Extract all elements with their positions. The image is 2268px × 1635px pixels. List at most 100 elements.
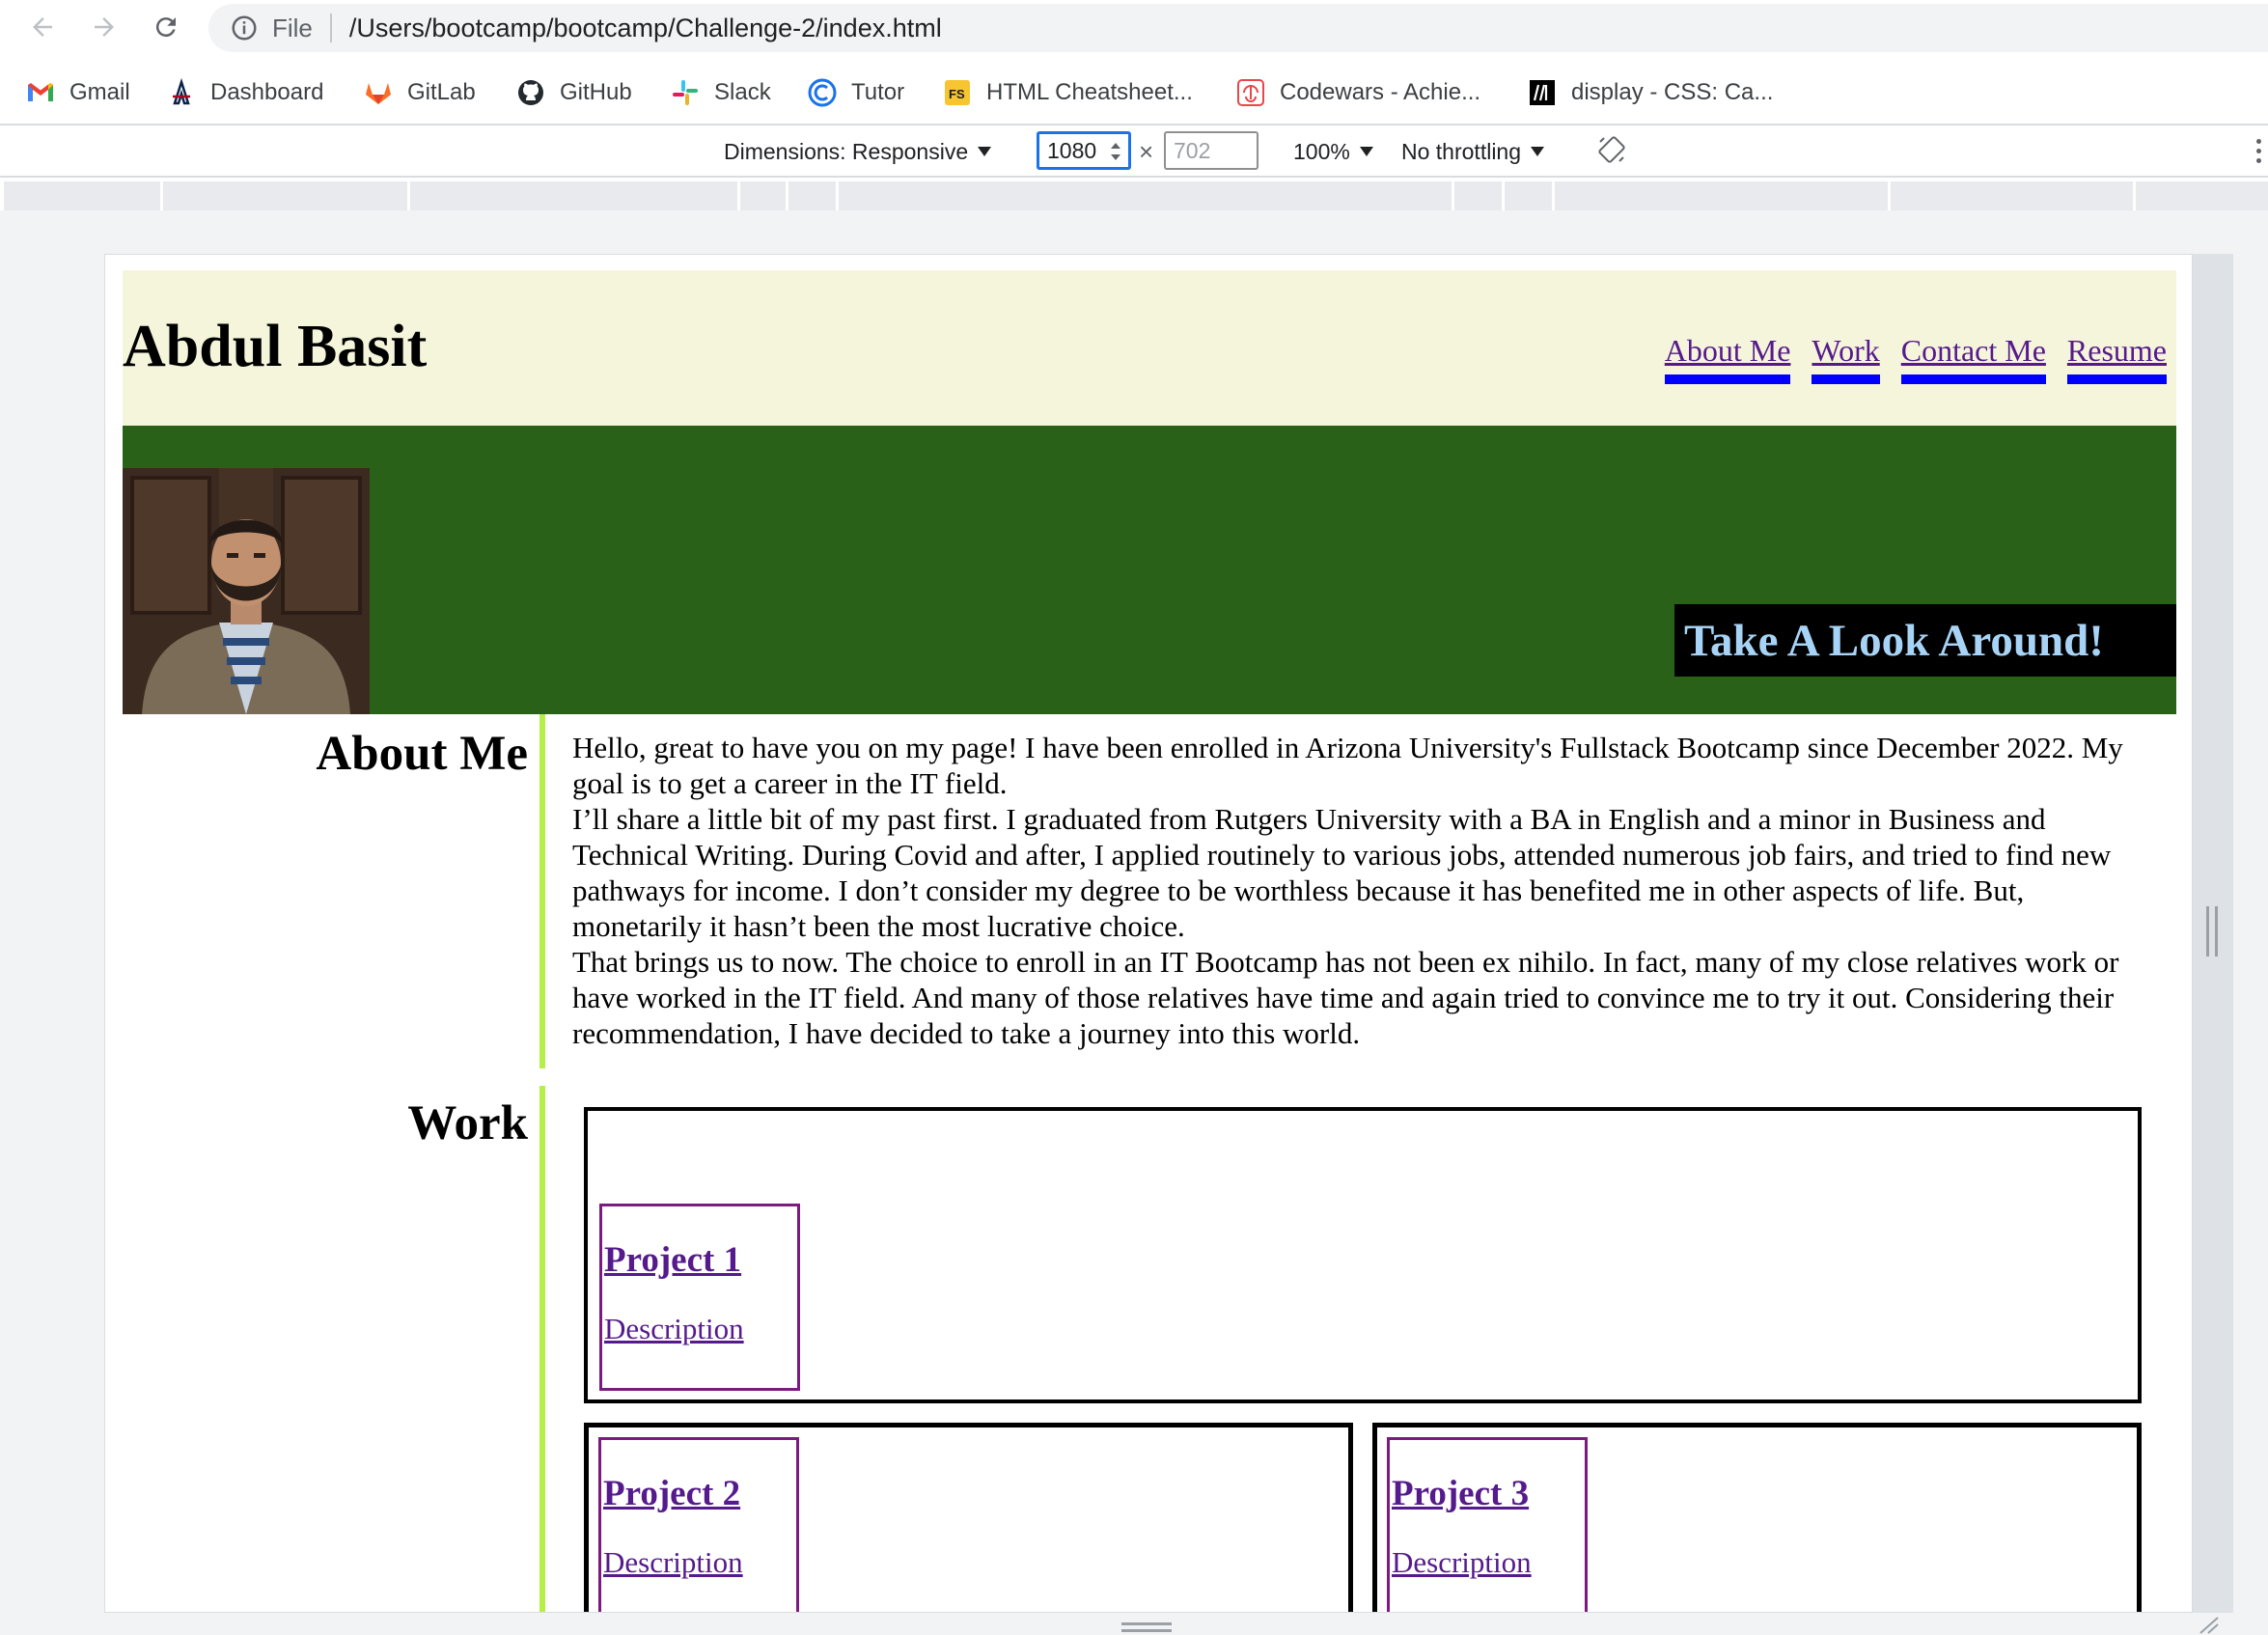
about-paragraph: Hello, great to have you on my page! I h… [572, 731, 2123, 800]
width-value: 1080 [1047, 137, 1097, 163]
project-container: Project 3 Description [1372, 1423, 2142, 1612]
project-description-link[interactable]: Description [603, 1545, 796, 1580]
project-description-link[interactable]: Description [604, 1312, 797, 1346]
browser-toolbar: File /Users/bootcamp/bootcamp/Challenge-… [0, 0, 2268, 55]
project-title-link[interactable]: Project 2 [603, 1473, 796, 1514]
site-nav: About Me Work Contact Me Resume [1644, 330, 2167, 384]
bookmark-html-cheatsheet[interactable]: FS HTML Cheatsheet... [942, 76, 1193, 109]
arrow-right-icon [95, 17, 114, 37]
bookmark-slack[interactable]: Slack [670, 76, 771, 109]
nav-link-about-me[interactable]: About Me [1664, 330, 1791, 384]
nav-link-resume[interactable]: Resume [2066, 330, 2167, 384]
bookmark-dashboard[interactable]: Dashboard [166, 76, 323, 109]
resize-handle-icon [2206, 906, 2218, 956]
device-toolbar: Dimensions: Responsive 1080 × 702 100% N… [0, 125, 2268, 178]
back-button[interactable] [23, 8, 62, 46]
throttling-label: No throttling [1401, 138, 1522, 164]
slack-icon [670, 77, 701, 108]
dimensions-times: × [1139, 136, 1154, 166]
viewport-height-resizer[interactable] [104, 1613, 2233, 1635]
about-body: Hello, great to have you on my page! I h… [545, 714, 2176, 1068]
bookmark-codewars[interactable]: Codewars - Achie... [1235, 76, 1480, 109]
site-header: Abdul Basit About Me Work Contact Me Res… [123, 270, 2176, 426]
project-title-link[interactable]: Project 3 [1392, 1473, 1585, 1514]
bookmark-label: Dashboard [210, 79, 324, 105]
mdn-icon [1527, 77, 1558, 108]
bookmark-gmail[interactable]: Gmail [25, 76, 130, 109]
caret-down-icon [978, 147, 992, 156]
reload-icon [155, 17, 176, 38]
rotate-icon [1598, 136, 1625, 163]
gmail-icon [25, 77, 56, 108]
spinner-arrows-icon[interactable] [1109, 139, 1122, 164]
project-card[interactable]: Project 1 Description [599, 1204, 800, 1391]
throttling-select[interactable]: No throttling [1401, 137, 1545, 166]
bookmark-gitlab[interactable]: GitLab [363, 76, 476, 109]
nav-link-work[interactable]: Work [1812, 330, 1880, 384]
about-paragraph: That brings us to now. The choice to enr… [572, 945, 2119, 1050]
profile-photo [123, 468, 370, 714]
height-input[interactable]: 702 [1164, 131, 1258, 170]
tutor-icon [807, 77, 838, 108]
forward-button[interactable] [85, 8, 124, 46]
bookmark-github[interactable]: GitHub [515, 76, 632, 109]
info-icon[interactable] [230, 14, 259, 42]
bookmark-label: GitLab [407, 79, 476, 105]
bookmark-label: Codewars - Achie... [1280, 79, 1481, 105]
dimensions-label: Dimensions: Responsive [724, 138, 969, 164]
github-icon [515, 77, 546, 108]
about-heading: About Me [316, 727, 528, 781]
work-body: Project 1 Description Project 2 Descript… [545, 1086, 2176, 1612]
bookmark-label: GitHub [560, 79, 632, 105]
emulated-viewport: Abdul Basit About Me Work Contact Me Res… [104, 254, 2193, 1613]
site-title: Abdul Basit [123, 314, 428, 379]
project-container: Project 2 Description [584, 1423, 1353, 1612]
url-scheme: File [272, 13, 313, 42]
hero-banner: Take A Look Around! [123, 426, 2176, 714]
rotate-button[interactable] [1596, 135, 1627, 164]
reload-button[interactable] [147, 8, 185, 46]
media-query-bar[interactable] [4, 181, 2268, 210]
bookmark-mdn-display[interactable]: display - CSS: Ca... [1527, 76, 1773, 109]
zoom-label: 100% [1293, 138, 1350, 164]
arrow-left-icon [33, 17, 52, 37]
width-input[interactable]: 1080 [1037, 131, 1131, 170]
project-title-link[interactable]: Project 1 [604, 1239, 797, 1281]
caret-down-icon [1359, 147, 1373, 156]
project-card[interactable]: Project 3 Description [1387, 1437, 1588, 1612]
address-bar[interactable]: File /Users/bootcamp/bootcamp/Challenge-… [208, 4, 2268, 52]
hero-tagline: Take A Look Around! [1674, 604, 2176, 677]
arizona-logo-icon [166, 77, 197, 108]
bookmark-label: Gmail [69, 79, 130, 105]
project-card[interactable]: Project 2 Description [598, 1437, 799, 1612]
gitlab-icon [363, 77, 394, 108]
project-description-link[interactable]: Description [1392, 1545, 1585, 1580]
caret-down-icon [1531, 147, 1545, 156]
work-section: Work Project 1 Description Project 2 Des… [123, 1086, 2176, 1612]
corner-resize-icon[interactable] [2197, 1614, 2222, 1635]
bookmark-label: Tutor [851, 79, 905, 105]
zoom-select[interactable]: 100% [1293, 137, 1373, 166]
address-divider [329, 14, 332, 42]
about-paragraph: I’ll share a little bit of my past first… [572, 802, 2112, 943]
bookmark-label: display - CSS: Ca... [1571, 79, 1774, 105]
resize-handle-icon [1121, 1622, 1172, 1632]
codewars-icon [1235, 77, 1266, 108]
project-container-featured: Project 1 Description [584, 1107, 2142, 1403]
nav-link-contact-me[interactable]: Contact Me [1900, 330, 2046, 384]
url-text[interactable]: /Users/bootcamp/bootcamp/Challenge-2/ind… [349, 14, 942, 43]
bookmark-label: HTML Cheatsheet... [986, 79, 1193, 105]
bookmark-tutor[interactable]: Tutor [807, 76, 904, 109]
dimensions-select[interactable]: Dimensions: Responsive [724, 137, 992, 166]
viewport-width-resizer[interactable] [2193, 254, 2233, 1613]
bookmark-label: Slack [714, 79, 771, 105]
about-section: About Me Hello, great to have you on my … [123, 714, 2176, 1068]
work-heading: Work [407, 1096, 528, 1150]
bookmarks-bar: Gmail Dashboard GitLab GitHub Slack Tuto… [0, 55, 2268, 125]
more-options-icon[interactable] [2256, 139, 2264, 166]
fs-icon: FS [942, 77, 973, 108]
svg-text:FS: FS [949, 87, 965, 101]
portfolio-page: Abdul Basit About Me Work Contact Me Res… [123, 270, 2176, 1612]
project-row: Project 2 Description Project 3 Descript… [584, 1423, 2147, 1612]
